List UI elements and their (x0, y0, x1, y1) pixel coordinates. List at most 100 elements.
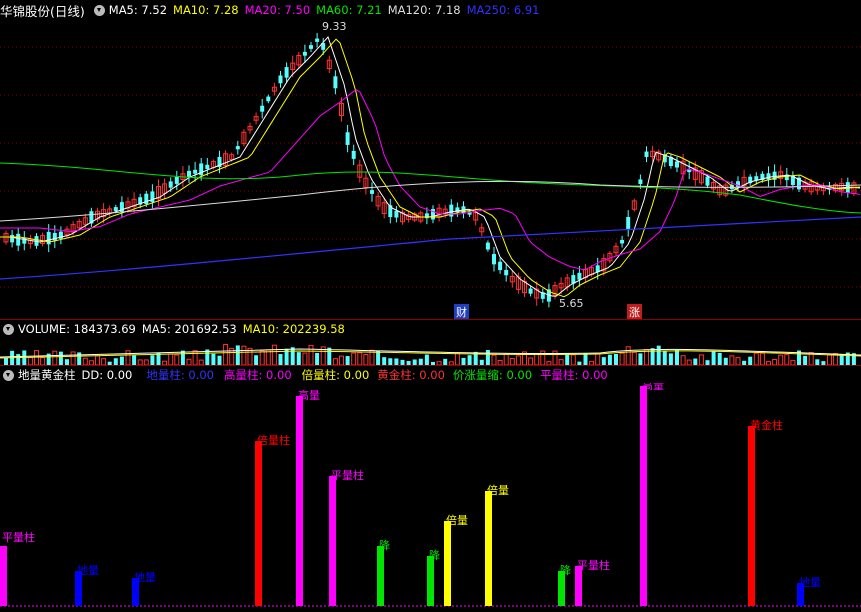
indicator-bar (296, 396, 303, 606)
volume-bar (675, 350, 679, 365)
volume-bar (638, 353, 643, 365)
candle-body (205, 164, 210, 170)
volume-bar (278, 354, 283, 365)
indicator-bar-label: 高量 (298, 388, 320, 402)
candle-body (766, 173, 771, 180)
volume-bar (16, 354, 21, 365)
volume-bar (595, 352, 601, 365)
volume-bar (461, 357, 466, 365)
ma120-value: MA120: 7.18 (387, 3, 461, 17)
volume-bar (174, 354, 180, 365)
indicator-bar-label: 平量柱 (577, 558, 610, 572)
volume-bar (308, 344, 314, 365)
volume-bar (565, 353, 570, 365)
volume-settings-icon[interactable] (3, 323, 14, 335)
volume-bar (376, 350, 381, 365)
volume-bar (58, 351, 63, 365)
volume-bar (839, 354, 844, 365)
volume-bar (70, 351, 76, 365)
volume-ma5: MA5: 201692.53 (141, 322, 237, 336)
ma60-value: MA60: 7.21 (316, 3, 382, 17)
indicator-bar (377, 546, 384, 606)
candle-body (626, 217, 631, 230)
candle-body (235, 146, 240, 150)
volume-bar (454, 352, 460, 365)
indicator-bar (640, 386, 647, 606)
candle-body (620, 239, 625, 244)
volume-bar (327, 347, 332, 365)
candle-body (260, 105, 265, 112)
badge-cai[interactable]: 财 (454, 304, 469, 320)
indicator-settings-icon[interactable] (3, 369, 14, 381)
indicator-chart[interactable]: 平量柱地量地量倍量柱高量平量柱降降倍量倍量降 平量柱高量黄金柱地量 (0, 383, 861, 611)
volume-bar (827, 354, 832, 365)
volume-bar (95, 355, 100, 365)
candle-body (284, 67, 289, 78)
badge-zhang[interactable]: 涨 (627, 304, 642, 320)
kline-chart[interactable] (0, 17, 861, 319)
indicator-bar-label: 黄金柱 (750, 418, 783, 432)
volume-bar (125, 350, 131, 365)
volume-bar (583, 353, 588, 365)
candle-body (302, 51, 307, 56)
volume-bar (528, 357, 534, 365)
volume-bar (601, 357, 606, 365)
volume-bar (211, 353, 216, 365)
volume-bar (644, 349, 649, 365)
volume-ma10: MA10: 202239.58 (242, 322, 345, 336)
price-high-label: 9.33 (322, 20, 347, 33)
indicator-bar-label: 地量 (77, 564, 99, 577)
volume-bar (570, 354, 576, 365)
indicator-huangjin: 黄金柱: 0.00 (377, 368, 445, 382)
volume-bar (619, 352, 625, 365)
volume-bar (82, 357, 88, 365)
candle-body (193, 169, 198, 174)
indicator-name: 地量黄金柱 (18, 368, 76, 382)
volume-bar (345, 356, 350, 365)
candle-body (168, 181, 173, 188)
volume-bar (778, 354, 784, 365)
volume-bar (607, 354, 612, 365)
candle-body (315, 38, 320, 42)
candle-body (351, 150, 356, 159)
indicator-bar (444, 521, 451, 606)
indicator-panel-header: 地量黄金柱 DD: 0.00 地量柱: 0.00 高量柱: 0.00 倍量柱: … (0, 367, 861, 383)
settings-dropdown-icon[interactable] (93, 4, 105, 16)
volume-bar (168, 353, 174, 365)
candle-body (528, 288, 533, 294)
volume-bar (614, 354, 618, 365)
candle-body (333, 76, 338, 89)
volume-bar (662, 351, 667, 365)
candle-body (16, 233, 21, 246)
candle-body (174, 176, 179, 184)
candle-body (577, 272, 582, 280)
volume-bar (223, 343, 229, 365)
ma20-line (0, 88, 861, 271)
panel-divider-2 (0, 365, 861, 366)
indicator-bar-label: 平量柱 (2, 530, 35, 544)
volume-chart[interactable] (0, 337, 861, 365)
indicator-pingliang: 平量柱: 0.00 (540, 368, 608, 382)
ma250-value: MA250: 6.91 (466, 3, 540, 17)
volume-bar (27, 356, 33, 365)
indicator-bar (748, 426, 755, 606)
candle-body (498, 261, 503, 271)
volume-bar (296, 352, 301, 365)
candle-body (46, 231, 51, 245)
volume-bar (302, 352, 308, 365)
indicator-bar-label: 倍量柱 (257, 433, 290, 447)
ma10-line (0, 38, 861, 298)
volume-bar (424, 354, 429, 365)
candle-body (504, 269, 509, 276)
ma10-value: MA10: 7.28 (173, 3, 239, 17)
volume-bar (217, 355, 222, 365)
volume-bar (241, 345, 247, 365)
volume-bar (351, 352, 357, 365)
indicator-bar-label: 倍量 (487, 483, 509, 497)
volume-bar (717, 352, 722, 365)
volume-bar (52, 350, 58, 365)
volume-bar (803, 355, 808, 365)
indicator-bar-label: 降 (429, 548, 440, 562)
volume-bar (711, 351, 716, 365)
volume-bar (40, 357, 46, 365)
